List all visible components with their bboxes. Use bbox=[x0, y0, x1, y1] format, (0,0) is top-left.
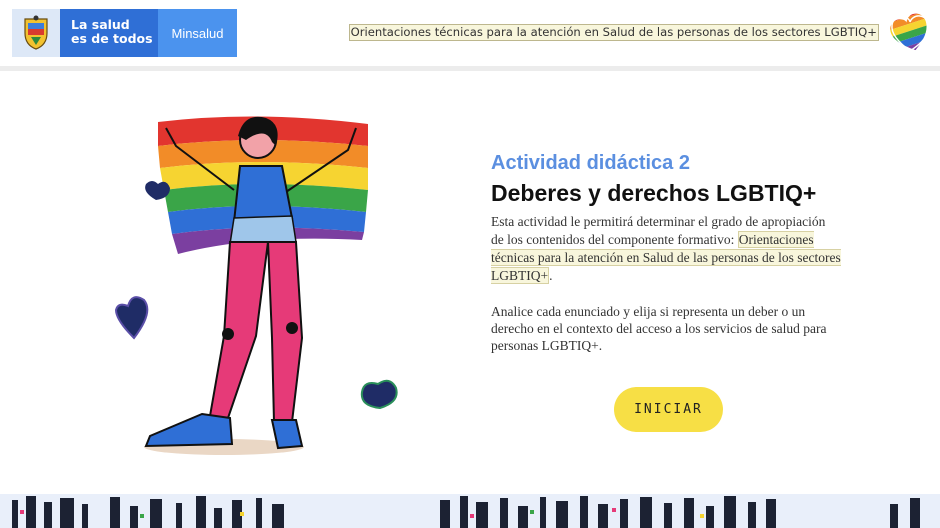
top-header: La salud es de todos Minsalud Orientacio… bbox=[0, 0, 940, 66]
brand-slogan: La salud es de todos bbox=[60, 9, 158, 57]
activity-description: Esta actividad le permitirá determinar e… bbox=[491, 213, 841, 285]
start-button[interactable]: INICIAR bbox=[614, 387, 723, 432]
rainbow-heart-icon bbox=[887, 10, 934, 56]
slogan-line-1: La salud bbox=[71, 17, 130, 32]
activity-instructions: Analice cada enunciado y elija si repres… bbox=[491, 304, 827, 353]
activity-title: Deberes y derechos LGBTIQ+ bbox=[491, 180, 817, 206]
minsalud-label: Minsalud bbox=[158, 9, 237, 57]
slogan-line-2: es de todos bbox=[71, 31, 153, 46]
colombia-coat-of-arms-icon bbox=[12, 9, 60, 57]
activity-panel: Actividad didáctica 2 Deberes y derechos… bbox=[491, 151, 851, 354]
person-holding-rainbow-flag-illustration bbox=[106, 106, 406, 461]
activity-label: Actividad didáctica 2 bbox=[491, 152, 690, 174]
header-divider bbox=[0, 66, 940, 71]
description-end: . bbox=[549, 268, 553, 283]
course-title: Orientaciones técnicas para la atención … bbox=[348, 24, 879, 41]
decorative-footer-pattern bbox=[0, 494, 940, 528]
government-brand-logo[interactable]: La salud es de todos Minsalud bbox=[12, 9, 237, 57]
